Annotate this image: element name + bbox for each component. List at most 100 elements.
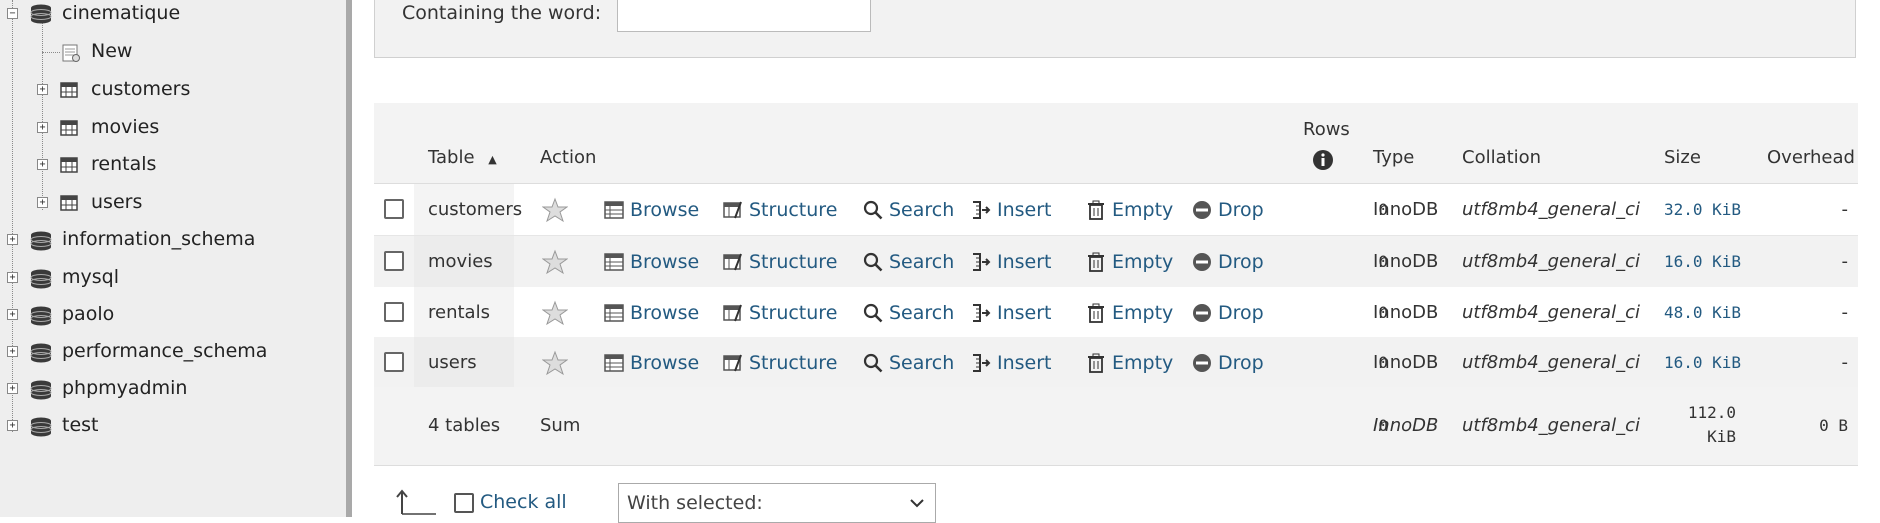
star-icon[interactable] (542, 197, 568, 223)
insert-label[interactable]: Insert (997, 251, 1052, 273)
insert-button[interactable]: Insert (971, 184, 1052, 235)
drop-button[interactable]: Drop (1192, 184, 1264, 235)
tree-label-new[interactable]: New (91, 40, 132, 62)
column-header-size[interactable]: Size (1664, 147, 1701, 168)
db-label[interactable]: cinematique (62, 2, 180, 24)
search-label[interactable]: Search (889, 352, 954, 374)
drop-label[interactable]: Drop (1218, 352, 1264, 374)
browse-label[interactable]: Browse (630, 199, 699, 221)
tree-item-customers[interactable]: + customers (0, 76, 340, 106)
star-icon[interactable] (542, 350, 568, 376)
insert-button[interactable]: Insert (971, 287, 1052, 338)
column-header-rows[interactable]: Rows (1303, 119, 1350, 140)
empty-label[interactable]: Empty (1112, 352, 1173, 374)
containing-word-input[interactable] (617, 0, 871, 32)
search-label[interactable]: Search (889, 199, 954, 221)
star-icon[interactable] (542, 300, 568, 326)
check-all-link[interactable]: Check all (480, 491, 567, 513)
row-checkbox[interactable] (384, 302, 404, 322)
search-label[interactable]: Search (889, 302, 954, 324)
db-label[interactable]: information_schema (62, 228, 255, 250)
browse-button[interactable]: Browse (604, 287, 699, 338)
column-header-type[interactable]: Type (1373, 147, 1414, 168)
tree-label-customers[interactable]: customers (91, 78, 190, 100)
expand-icon[interactable]: + (37, 159, 48, 170)
empty-label[interactable]: Empty (1112, 302, 1173, 324)
tree-item-movies[interactable]: + movies (0, 114, 340, 144)
table-name-link[interactable]: movies (414, 236, 514, 287)
search-label[interactable]: Search (889, 251, 954, 273)
tree-label-users[interactable]: users (91, 191, 142, 213)
db-item-phpmyadmin[interactable]: + phpmyadmin (0, 375, 340, 405)
structure-button[interactable]: Structure (723, 184, 837, 235)
db-label[interactable]: mysql (62, 266, 119, 288)
size-link[interactable]: 48.0 KiB (1664, 287, 1768, 338)
expand-icon[interactable]: + (7, 346, 18, 357)
drop-label[interactable]: Drop (1218, 302, 1264, 324)
size-link[interactable]: 16.0 KiB (1664, 236, 1768, 287)
structure-label[interactable]: Structure (749, 352, 837, 374)
browse-button[interactable]: Browse (604, 236, 699, 287)
search-button[interactable]: Search (863, 287, 954, 338)
size-link[interactable]: 32.0 KiB (1664, 184, 1768, 235)
drop-button[interactable]: Drop (1192, 236, 1264, 287)
db-item-cinematique[interactable]: − cinematique (0, 0, 340, 30)
drop-label[interactable]: Drop (1218, 251, 1264, 273)
structure-label[interactable]: Structure (749, 199, 837, 221)
search-button[interactable]: Search (863, 337, 954, 388)
info-icon[interactable] (1312, 149, 1334, 171)
db-label[interactable]: performance_schema (62, 340, 267, 362)
column-header-collation[interactable]: Collation (1462, 147, 1541, 168)
empty-label[interactable]: Empty (1112, 199, 1173, 221)
table-name-link[interactable]: users (414, 337, 514, 388)
db-item-performance-schema[interactable]: + performance_schema (0, 338, 340, 368)
row-checkbox[interactable] (384, 251, 404, 271)
db-label[interactable]: phpmyadmin (62, 377, 187, 399)
structure-label[interactable]: Structure (749, 302, 837, 324)
with-selected-select[interactable]: With selected: (618, 483, 936, 523)
insert-label[interactable]: Insert (997, 302, 1052, 324)
tree-item-users[interactable]: + users (0, 189, 340, 219)
empty-button[interactable]: Empty (1086, 236, 1173, 287)
column-header-table[interactable]: Table ▲ (428, 147, 497, 168)
drop-label[interactable]: Drop (1218, 199, 1264, 221)
empty-button[interactable]: Empty (1086, 337, 1173, 388)
check-all-checkbox[interactable] (454, 493, 474, 513)
tree-item-new[interactable]: New (0, 38, 340, 68)
row-checkbox[interactable] (384, 352, 404, 372)
drop-button[interactable]: Drop (1192, 287, 1264, 338)
star-icon[interactable] (542, 249, 568, 275)
empty-label[interactable]: Empty (1112, 251, 1173, 273)
db-item-mysql[interactable]: + mysql (0, 264, 340, 294)
structure-button[interactable]: Structure (723, 236, 837, 287)
tree-item-rentals[interactable]: + rentals (0, 151, 340, 181)
collapse-icon[interactable]: − (7, 8, 18, 19)
row-checkbox[interactable] (384, 199, 404, 219)
insert-button[interactable]: Insert (971, 236, 1052, 287)
tree-label-rentals[interactable]: rentals (91, 153, 156, 175)
expand-icon[interactable]: + (37, 122, 48, 133)
tree-label-movies[interactable]: movies (91, 116, 159, 138)
expand-icon[interactable]: + (7, 420, 18, 431)
expand-icon[interactable]: + (7, 272, 18, 283)
expand-icon[interactable]: + (7, 309, 18, 320)
browse-label[interactable]: Browse (630, 352, 699, 374)
browse-button[interactable]: Browse (604, 184, 699, 235)
sidebar-resize-handle[interactable] (346, 0, 352, 517)
browse-button[interactable]: Browse (604, 337, 699, 388)
db-item-information-schema[interactable]: + information_schema (0, 226, 340, 256)
structure-button[interactable]: Structure (723, 337, 837, 388)
structure-label[interactable]: Structure (749, 251, 837, 273)
table-name-link[interactable]: customers (414, 184, 522, 235)
empty-button[interactable]: Empty (1086, 287, 1173, 338)
expand-icon[interactable]: + (37, 84, 48, 95)
empty-button[interactable]: Empty (1086, 184, 1173, 235)
structure-button[interactable]: Structure (723, 287, 837, 338)
size-link[interactable]: 16.0 KiB (1664, 337, 1768, 388)
expand-icon[interactable]: + (7, 383, 18, 394)
column-header-overhead[interactable]: Overhead (1767, 147, 1855, 168)
column-header-table-label[interactable]: Table (428, 147, 475, 168)
insert-button[interactable]: Insert (971, 337, 1052, 388)
db-item-test[interactable]: + test (0, 412, 340, 442)
drop-button[interactable]: Drop (1192, 337, 1264, 388)
